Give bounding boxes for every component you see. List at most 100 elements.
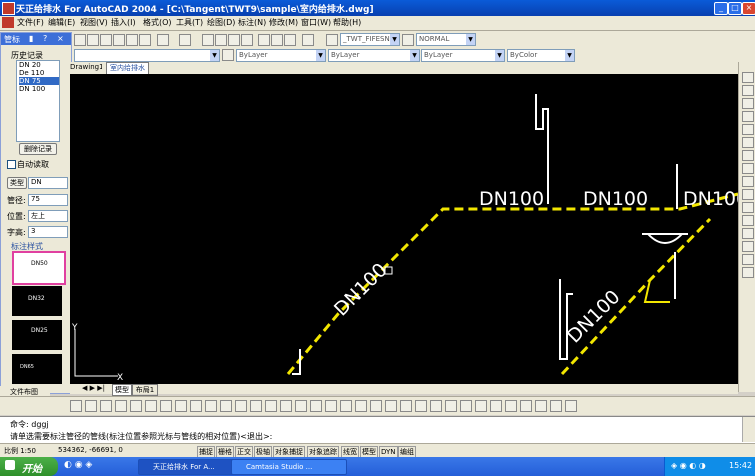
tool-icon[interactable] (115, 400, 127, 412)
menu-format[interactable]: 格式(O) (143, 17, 172, 28)
tab-indoor-drainage[interactable]: 室内给排水 (106, 62, 149, 74)
array-icon[interactable] (742, 124, 754, 135)
tray-icons[interactable]: ◈ ◉ ◐ ◑ (671, 461, 706, 470)
save-icon[interactable] (130, 400, 142, 412)
undo-icon[interactable] (157, 34, 169, 46)
explode-icon[interactable] (742, 267, 754, 278)
menu-tools[interactable]: 工具(T) (176, 17, 203, 28)
dim-style-select[interactable]: NORMAL ▼ (416, 33, 476, 46)
layer-select[interactable]: ▼ (74, 49, 220, 62)
layer-previous-icon[interactable] (222, 49, 234, 61)
task-camtasia[interactable]: Camtasia Studio ... (231, 459, 347, 475)
tool-icon[interactable] (355, 400, 367, 412)
delete-record-button[interactable]: 删除记录 (19, 143, 57, 155)
fillet-icon[interactable] (742, 254, 754, 265)
command-scrollbar[interactable] (742, 417, 755, 442)
tool-icon[interactable] (280, 400, 292, 412)
document-icon[interactable] (2, 17, 14, 28)
start-button[interactable]: 开始 (0, 457, 58, 476)
tab-nav-arrows[interactable]: ◀ ▶ ▶| (82, 384, 105, 392)
tool-icon[interactable] (250, 400, 262, 412)
menu-dimension[interactable]: 标注(N) (238, 17, 266, 28)
tool-icon[interactable] (100, 400, 112, 412)
tool-icon[interactable] (460, 400, 472, 412)
tool-icon[interactable] (385, 400, 397, 412)
tool-icon[interactable] (445, 400, 457, 412)
text-style-icon[interactable] (326, 34, 338, 46)
stretch-icon[interactable] (742, 176, 754, 187)
menu-draw[interactable]: 绘图(D) (207, 17, 235, 28)
text-style-select[interactable]: _TWT_FIFESN ▼ (340, 33, 400, 46)
rotate-icon[interactable] (742, 150, 754, 161)
tool-icon[interactable] (340, 400, 352, 412)
zoom-previous-icon[interactable] (241, 34, 253, 46)
paste-icon[interactable] (139, 34, 151, 46)
erase-icon[interactable] (742, 72, 754, 83)
type-select[interactable]: DN (28, 177, 68, 189)
task-tianzheng[interactable]: 天正给排水 For A... (138, 459, 242, 475)
tool-icon[interactable] (265, 400, 277, 412)
command-window[interactable]: 命令: dggj 请单选需要标注管径的管线(标注位置参照光标与管线的相对位置)<… (0, 416, 755, 443)
tool-icon[interactable] (85, 400, 97, 412)
zoom-window-icon[interactable] (228, 34, 240, 46)
tool-icon[interactable] (490, 400, 502, 412)
menu-view[interactable]: 视图(V) (80, 17, 108, 28)
pan-icon[interactable] (202, 34, 214, 46)
redo-icon[interactable] (179, 34, 191, 46)
tool-icon[interactable] (145, 400, 157, 412)
copy-icon[interactable] (126, 34, 138, 46)
tool-icon[interactable] (235, 400, 247, 412)
design-center-icon[interactable] (271, 34, 283, 46)
history-item[interactable]: DN 75 (19, 77, 59, 85)
break-icon[interactable] (742, 215, 754, 226)
menu-window[interactable]: 窗口(W) (301, 17, 331, 28)
save-icon[interactable] (100, 34, 112, 46)
clock[interactable]: 15:42 (729, 461, 752, 470)
tool-icon[interactable] (505, 400, 517, 412)
tool-icon[interactable] (550, 400, 562, 412)
copy-object-icon[interactable] (742, 85, 754, 96)
menu-file[interactable]: 文件(F) (17, 17, 44, 28)
close-button[interactable]: × (742, 2, 755, 15)
style-sample-2[interactable]: DN32 (12, 286, 62, 316)
help-icon[interactable]: ? (43, 34, 47, 43)
help-icon[interactable] (302, 34, 314, 46)
scale-indicator[interactable]: 比例 1:50 (4, 446, 36, 456)
maximize-button[interactable]: □ (728, 2, 742, 15)
linetype-select[interactable]: ByLayer ▼ (328, 49, 420, 62)
tool-icon[interactable] (535, 400, 547, 412)
font-height-input[interactable]: 3 (28, 226, 68, 238)
tool-icon[interactable] (325, 400, 337, 412)
tool-icon[interactable] (160, 400, 172, 412)
tool-icon[interactable] (220, 400, 232, 412)
history-item[interactable]: DN 100 (19, 85, 59, 93)
move-icon[interactable] (742, 137, 754, 148)
tool-icon[interactable] (475, 400, 487, 412)
history-item[interactable]: De 110 (19, 69, 59, 77)
tool-icon[interactable] (520, 400, 532, 412)
color-select[interactable]: ByLayer ▼ (236, 49, 326, 62)
pipe-diameter-input[interactable]: 75 (28, 194, 68, 206)
tool-icon[interactable] (310, 400, 322, 412)
cut-icon[interactable] (113, 34, 125, 46)
chamfer-icon[interactable] (742, 241, 754, 252)
tool-icon[interactable] (415, 400, 427, 412)
tool-icon[interactable] (565, 400, 577, 412)
menu-insert[interactable]: 插入(I) (111, 17, 136, 28)
offset-icon[interactable] (742, 111, 754, 122)
app-icon[interactable] (2, 2, 15, 15)
style-sample-1[interactable]: DN50 (12, 251, 66, 285)
auto-read-checkbox[interactable] (7, 160, 16, 169)
tool-icon[interactable] (205, 400, 217, 412)
menu-edit[interactable]: 编辑(E) (48, 17, 75, 28)
tool-icon[interactable] (70, 400, 82, 412)
tool-icon[interactable] (370, 400, 382, 412)
dim-style-icon[interactable] (402, 34, 414, 46)
tool-palette-icon[interactable] (284, 34, 296, 46)
minimize-button[interactable]: _ (714, 2, 728, 15)
plot-style-select[interactable]: ByColor ▼ (507, 49, 575, 62)
tool-icon[interactable] (430, 400, 442, 412)
trim-icon[interactable] (742, 189, 754, 200)
type-button[interactable]: 类型 (7, 177, 27, 189)
history-item[interactable]: DN 20 (19, 61, 59, 69)
